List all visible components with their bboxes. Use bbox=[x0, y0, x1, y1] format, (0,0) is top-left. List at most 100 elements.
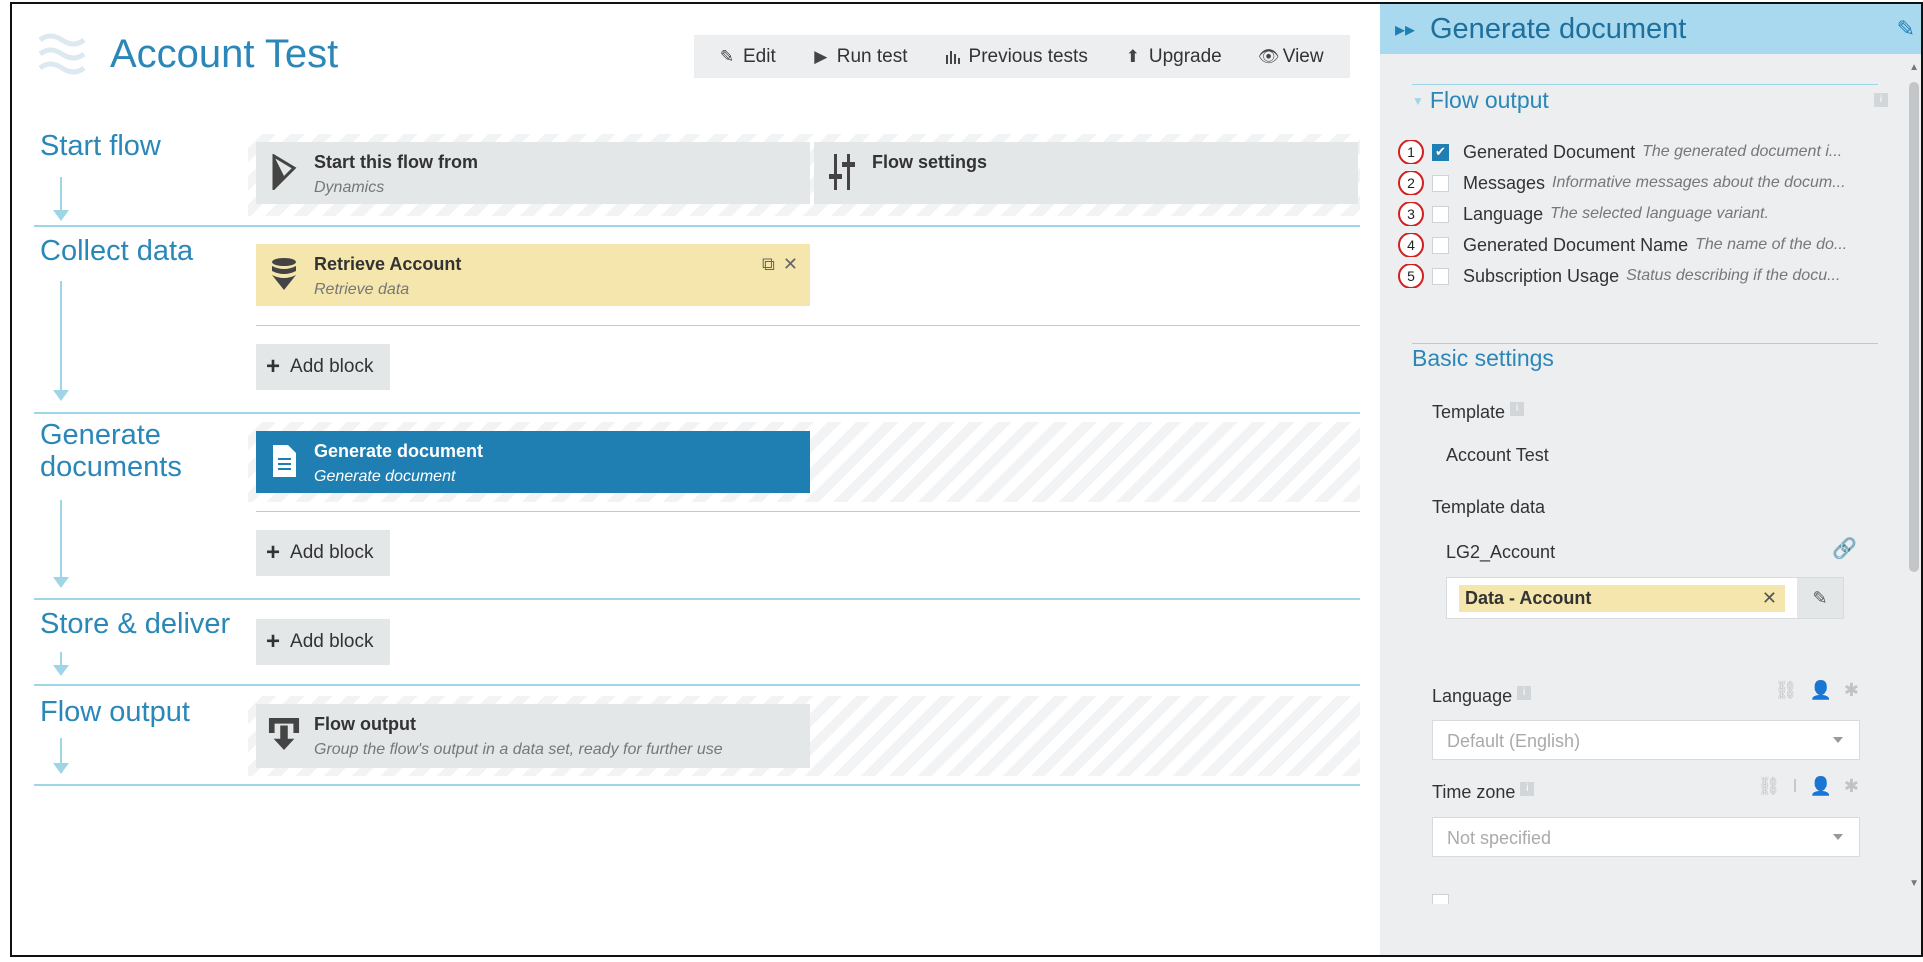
scrollbar-thumb[interactable] bbox=[1909, 82, 1919, 572]
asterisk-icon[interactable]: ✱ bbox=[1844, 776, 1859, 797]
template-data-label: Template data bbox=[1432, 497, 1546, 517]
output-row-4[interactable]: 4 Generated Document Name The name of th… bbox=[1398, 233, 1888, 257]
view-button[interactable]: 👁 View bbox=[1240, 35, 1342, 78]
panel-title: Generate document bbox=[1430, 12, 1687, 45]
add-block-button[interactable]: + Add block bbox=[256, 530, 390, 576]
pencil-icon[interactable]: ✎ bbox=[1897, 16, 1915, 42]
info-icon[interactable]: i bbox=[1874, 93, 1888, 107]
flow-output-header[interactable]: ▼ Flow output bbox=[1412, 87, 1878, 114]
flow-settings-block[interactable]: Flow settings bbox=[814, 142, 1358, 204]
output-name: Language bbox=[1463, 203, 1544, 224]
section-title: Basic settings bbox=[1412, 345, 1554, 371]
divider bbox=[256, 511, 1360, 512]
upload-icon: ⬆ bbox=[1125, 46, 1140, 66]
output-row-5[interactable]: 5 Subscription Usage Status describing i… bbox=[1398, 264, 1888, 288]
scrollbar[interactable]: ▲ ▼ bbox=[1907, 62, 1921, 892]
section-label: Generate documents bbox=[40, 419, 182, 484]
bar-chart-icon bbox=[945, 50, 960, 64]
block-subtitle: Group the flow's output in a data set, r… bbox=[314, 741, 723, 758]
eye-icon: 👁 bbox=[1257, 46, 1280, 66]
chevron-down-icon bbox=[1833, 834, 1843, 840]
scroll-down-icon[interactable]: ▼ bbox=[1909, 878, 1919, 889]
flow-arrow bbox=[53, 177, 69, 221]
flow-output-block[interactable]: Flow output Group the flow's output in a… bbox=[256, 704, 810, 768]
output-arrow-icon bbox=[268, 714, 300, 754]
annotation-marker: 3 bbox=[1398, 202, 1424, 226]
info-icon[interactable]: i bbox=[1510, 402, 1525, 416]
chevron-down-icon bbox=[1833, 737, 1843, 743]
retrieve-account-block[interactable]: Retrieve Account Retrieve data ⧉ ✕ bbox=[256, 244, 810, 306]
view-label: View bbox=[1282, 45, 1324, 67]
block-subtitle: Retrieve data bbox=[314, 281, 410, 298]
edit-label: Edit bbox=[743, 45, 776, 67]
block-title: Flow settings bbox=[872, 152, 988, 172]
asterisk-icon[interactable]: ✱ bbox=[1844, 680, 1859, 701]
section-label: Flow output bbox=[40, 696, 190, 728]
annotation-marker: 2 bbox=[1398, 171, 1424, 195]
select-value: Not specified bbox=[1447, 828, 1552, 848]
field-label-text: Language bbox=[1432, 686, 1513, 706]
checkbox[interactable] bbox=[1432, 205, 1449, 223]
collapse-panel-icon[interactable]: ▸▸ bbox=[1380, 17, 1430, 42]
generate-document-block[interactable]: Generate document Generate document bbox=[256, 431, 810, 493]
edit-button[interactable]: ✎ Edit bbox=[694, 35, 794, 78]
section-label: Store & deliver bbox=[40, 608, 231, 640]
close-icon[interactable]: ✕ bbox=[1762, 588, 1777, 609]
timezone-label: Time zone i bbox=[1432, 782, 1535, 803]
output-row-3[interactable]: 3 Language The selected language variant… bbox=[1398, 202, 1888, 226]
plus-icon: + bbox=[266, 628, 281, 655]
link-icon[interactable]: ⛓ bbox=[1775, 680, 1798, 701]
link-icon[interactable]: 🔗 bbox=[1832, 536, 1857, 561]
start-flow-block[interactable]: Start this flow from Dynamics bbox=[256, 142, 810, 204]
info-icon[interactable]: i bbox=[1520, 782, 1535, 796]
user-icon[interactable]: 👤 bbox=[1809, 680, 1831, 701]
template-data-name: LG2_Account bbox=[1446, 542, 1556, 562]
close-icon[interactable]: ✕ bbox=[783, 254, 798, 275]
block-title: Retrieve Account bbox=[314, 254, 462, 274]
output-row-2[interactable]: 2 Messages Informative messages about th… bbox=[1398, 171, 1888, 195]
section-title: Flow output bbox=[1429, 87, 1549, 113]
add-block-button[interactable]: + Add block bbox=[256, 344, 390, 390]
template-value[interactable]: Account Test bbox=[1446, 445, 1549, 466]
properties-panel: ▸▸ Generate document ✎ ▲ ▼ ▼ Flow output… bbox=[1380, 4, 1921, 955]
flow-arrow bbox=[53, 500, 69, 588]
basic-settings-section: Basic settings bbox=[1412, 343, 1878, 372]
section-label: Collect data bbox=[40, 235, 194, 267]
play-icon: ▶ bbox=[814, 46, 828, 66]
data-pill[interactable]: Data - Account ✕ bbox=[1459, 585, 1785, 612]
block-title: Start this flow from bbox=[314, 152, 479, 172]
checkbox[interactable] bbox=[1432, 894, 1449, 904]
copy-icon[interactable]: ⧉ bbox=[762, 254, 775, 275]
checkbox[interactable] bbox=[1432, 236, 1449, 254]
timezone-select[interactable]: Not specified bbox=[1432, 817, 1860, 857]
template-data-field[interactable]: Data - Account ✕ ✎ bbox=[1446, 577, 1844, 619]
chevron-down-icon: ▼ bbox=[1412, 93, 1424, 108]
checkbox[interactable] bbox=[1432, 267, 1449, 285]
toolbar: ✎ Edit ▶ Run test Previous tests ⬆ Upgra… bbox=[694, 35, 1350, 78]
scroll-up-icon[interactable]: ▲ bbox=[1909, 62, 1919, 73]
previous-tests-button[interactable]: Previous tests bbox=[926, 35, 1106, 78]
section-store-deliver: Store & deliver + Add block bbox=[34, 600, 1360, 686]
output-description: The generated document i... bbox=[1642, 143, 1843, 160]
flow-arrow bbox=[53, 738, 69, 774]
edit-binding-button[interactable]: ✎ bbox=[1797, 578, 1843, 618]
flow-output-section: ▼ Flow output i bbox=[1412, 84, 1888, 114]
output-name: Subscription Usage bbox=[1463, 265, 1620, 286]
clipped-option-row bbox=[1432, 894, 1732, 904]
checkbox[interactable] bbox=[1432, 174, 1449, 192]
run-test-button[interactable]: ▶ Run test bbox=[794, 35, 926, 78]
link-icon[interactable]: ⛓ bbox=[1758, 776, 1781, 797]
output-row-1[interactable]: 1 ✔ Generated Document The generated doc… bbox=[1398, 140, 1888, 164]
checkbox[interactable]: ✔ bbox=[1432, 143, 1449, 161]
info-icon[interactable]: i bbox=[1517, 686, 1532, 700]
block-title: Generate document bbox=[314, 441, 484, 461]
database-icon bbox=[268, 254, 300, 294]
language-select[interactable]: Default (English) bbox=[1432, 720, 1860, 760]
field-label-text: Template bbox=[1432, 402, 1506, 422]
upgrade-button[interactable]: ⬆ Upgrade bbox=[1106, 35, 1240, 78]
add-block-button[interactable]: + Add block bbox=[256, 619, 390, 665]
text-cursor-icon[interactable]: I bbox=[1792, 776, 1797, 797]
output-description: Status describing if the docu... bbox=[1626, 267, 1841, 284]
block-actions: ⧉ ✕ bbox=[762, 254, 798, 275]
user-icon[interactable]: 👤 bbox=[1809, 776, 1831, 797]
